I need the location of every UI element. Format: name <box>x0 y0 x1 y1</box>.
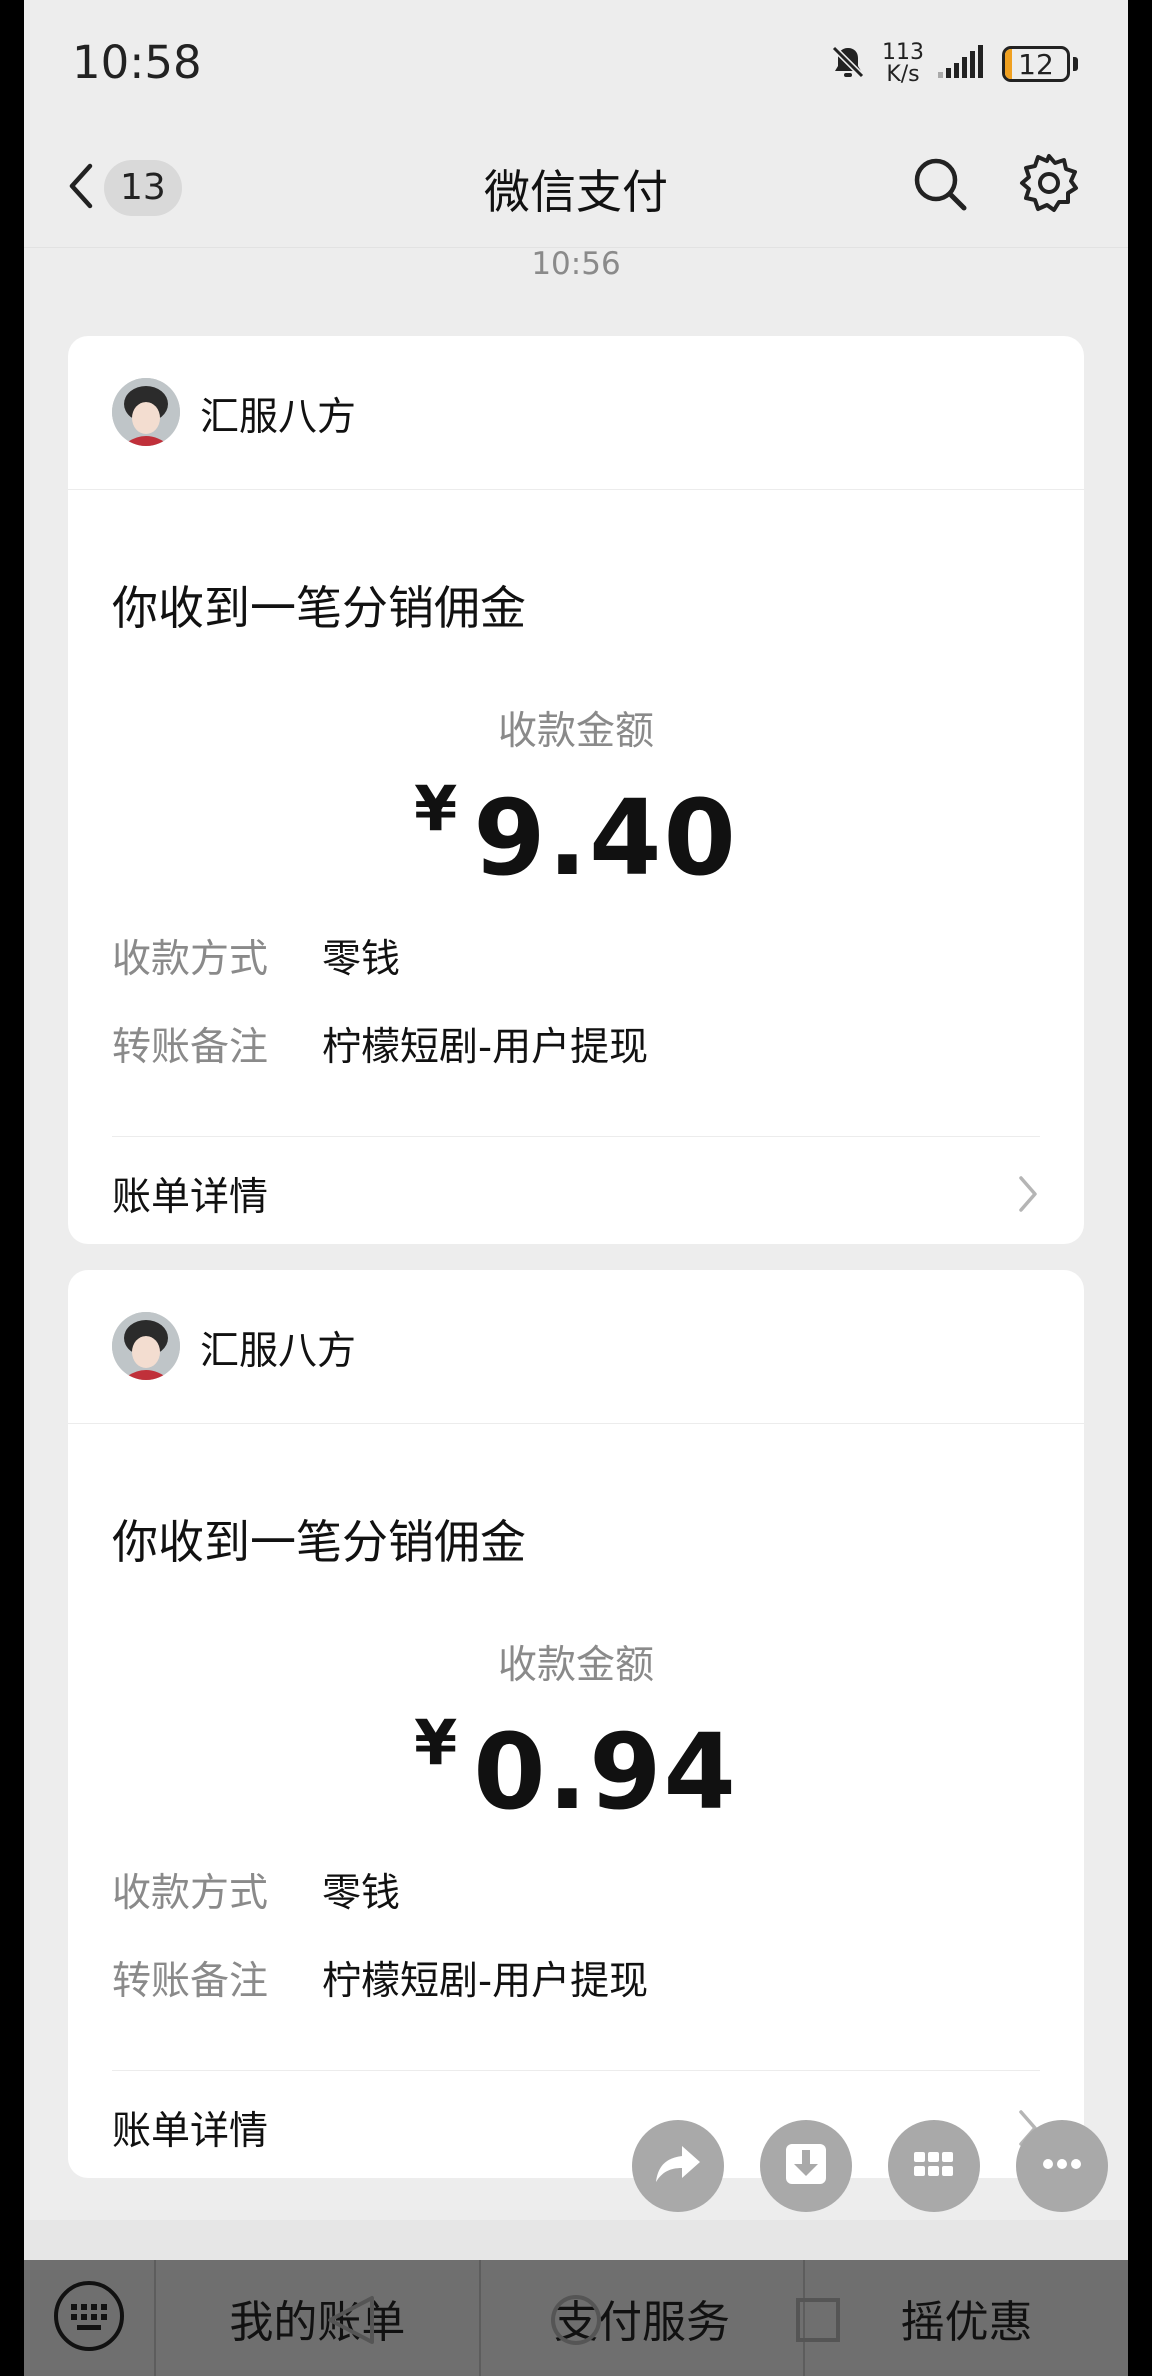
menu-my-bills[interactable]: 我的账单 <box>156 2260 481 2376</box>
download-icon <box>780 2138 832 2194</box>
chevron-right-icon <box>1016 1174 1040 1218</box>
more-button[interactable] <box>1016 2120 1108 2212</box>
grid-button[interactable] <box>888 2120 980 2212</box>
avatar <box>112 1312 180 1380</box>
bill-details-label: 账单详情 <box>112 1175 269 1220</box>
search-icon[interactable] <box>910 154 970 218</box>
amount: ¥0.94 <box>68 1706 1084 1833</box>
battery-fill <box>1005 49 1013 79</box>
payment-method-label: 收款方式 <box>112 1871 269 1916</box>
bill-details-label: 账单详情 <box>112 2109 269 2154</box>
amount-label: 收款金额 <box>497 709 654 754</box>
currency-symbol: ¥ <box>414 772 458 845</box>
keyboard-icon <box>51 2278 127 2358</box>
transfer-note-label: 转账备注 <box>112 1959 269 2004</box>
status-bar: 10:58 113 K/s 12 <box>24 0 1128 130</box>
card-title: 你收到一笔分销佣金 <box>112 1515 526 1569</box>
card-header: 汇服八方 <box>68 336 1084 490</box>
net-speed-value: 113 <box>882 40 924 65</box>
grid-icon <box>908 2138 960 2194</box>
status-icons: 113 K/s 12 <box>828 36 1078 92</box>
signal-icon <box>938 44 988 84</box>
avatar <box>112 378 180 446</box>
transfer-note-label: 转账备注 <box>112 1025 269 1070</box>
card-divider <box>112 2070 1040 2071</box>
battery-tip <box>1073 57 1078 71</box>
payment-method-row: 收款方式 零钱 <box>112 1862 400 1918</box>
currency-symbol: ¥ <box>414 1706 458 1779</box>
net-speed: 113 K/s <box>882 42 924 86</box>
battery-icon: 12 <box>1002 46 1070 82</box>
share-icon <box>652 2138 704 2194</box>
card-header: 汇服八方 <box>68 1270 1084 1424</box>
bottom-strip <box>24 2220 1128 2260</box>
transfer-note-row: 转账备注 柠檬短剧-用户提现 <box>112 1016 648 1072</box>
mute-bell-icon <box>828 42 868 86</box>
message-timestamp: 10:56 <box>531 246 621 282</box>
share-button[interactable] <box>632 2120 724 2212</box>
nav-bar: 13 微信支付 <box>24 130 1128 248</box>
net-speed-unit: K/s <box>886 62 920 87</box>
payment-method-value: 零钱 <box>322 937 401 982</box>
payment-method-value: 零钱 <box>322 1871 401 1916</box>
download-button[interactable] <box>760 2120 852 2212</box>
recents-square-icon[interactable] <box>788 2290 848 2354</box>
transfer-note-value: 柠檬短剧-用户提现 <box>322 1025 649 1070</box>
card-title: 你收到一笔分销佣金 <box>112 581 526 635</box>
amount-value: 0.94 <box>473 1711 738 1833</box>
sender-name: 汇服八方 <box>200 1329 357 1374</box>
keyboard-toggle-button[interactable] <box>24 2260 156 2376</box>
battery-level: 12 <box>1018 47 1054 81</box>
home-circle-icon[interactable] <box>546 2290 606 2354</box>
payment-card[interactable]: 汇服八方 你收到一笔分销佣金 收款金额 ¥0.94 收款方式 零钱 转账备注 柠檬短… <box>68 1270 1084 2178</box>
bill-details-link[interactable]: 账单详情 <box>112 1148 1040 1238</box>
transfer-note-value: 柠檬短剧-用户提现 <box>322 1959 649 2004</box>
gear-icon[interactable] <box>1018 152 1080 218</box>
wechat-pay-screen: 10:58 113 K/s 12 13 微信支付 10:56 汇服八方 你收到一… <box>24 0 1128 2376</box>
amount-label: 收款金额 <box>497 1643 654 1688</box>
amount: ¥9.40 <box>68 772 1084 899</box>
amount-value: 9.40 <box>473 777 738 899</box>
menu-payment-services[interactable]: 支付服务 <box>481 2260 806 2376</box>
menu-shake-discounts[interactable]: 摇优惠 <box>805 2260 1128 2376</box>
payment-method-label: 收款方式 <box>112 937 269 982</box>
sender-name: 汇服八方 <box>200 395 357 440</box>
back-triangle-icon[interactable] <box>320 2290 380 2354</box>
payment-method-row: 收款方式 零钱 <box>112 928 400 984</box>
payment-card[interactable]: 汇服八方 你收到一笔分销佣金 收款金额 ¥9.40 收款方式 零钱 转账备注 柠檬短… <box>68 336 1084 1244</box>
card-divider <box>112 1136 1040 1137</box>
status-time: 10:58 <box>72 36 202 89</box>
transfer-note-row: 转账备注 柠檬短剧-用户提现 <box>112 1950 648 2006</box>
more-icon <box>1036 2138 1088 2194</box>
